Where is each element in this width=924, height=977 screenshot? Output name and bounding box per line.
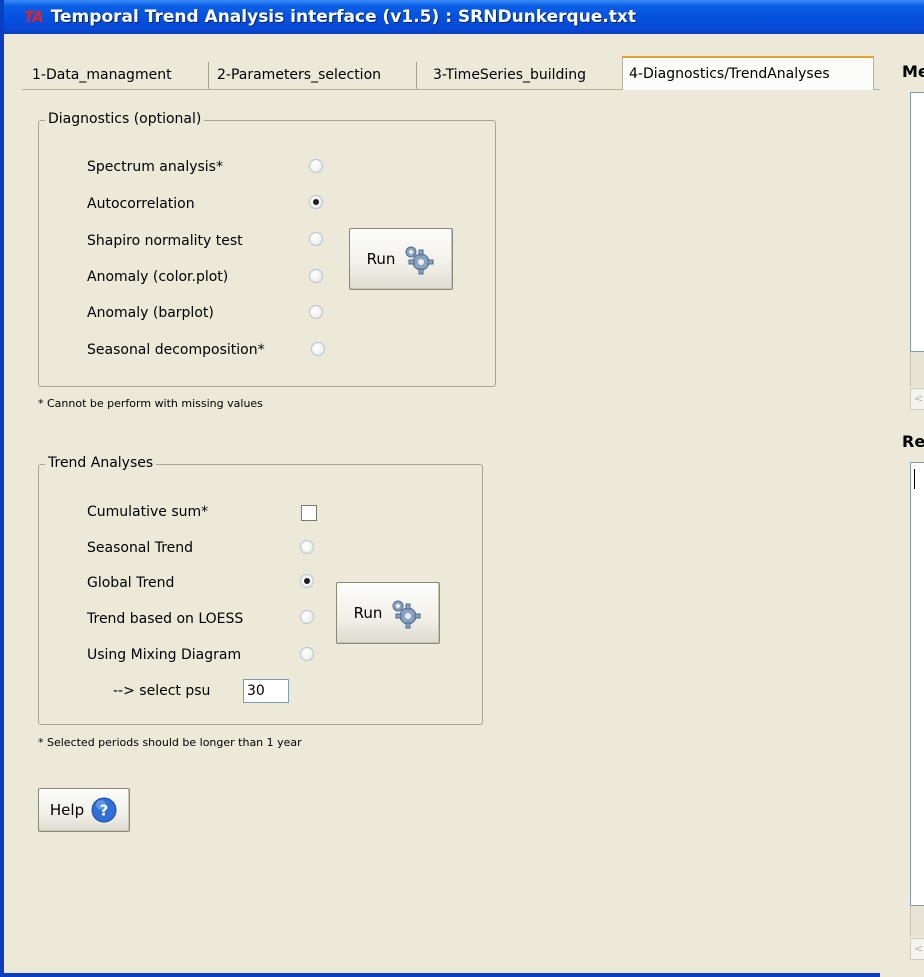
mixing-diagram-radio[interactable] [300,647,314,661]
tab-parameters-selection[interactable]: 2-Parameters_selection [211,62,417,90]
seasonal-trend-radio[interactable] [300,540,314,554]
option-label: Anomaly (barplot) [87,305,214,321]
option-label: Trend based on LOESS [87,611,244,627]
psu-input[interactable] [243,679,289,703]
results-textbox[interactable] [910,462,924,906]
gear-icon [405,246,434,275]
trend-note: * Selected periods should be longer than… [38,736,302,749]
messages-button-strip [910,352,924,386]
option-label: Shapiro normality test [87,233,243,249]
diagnostics-groupbox: Diagnostics (optional) Spectrum analysis… [38,111,496,387]
shapiro-normality-radio[interactable] [309,232,323,246]
tab-data-managment[interactable]: 1-Data_managment [26,62,209,90]
tab-label: 1-Data_managment [32,67,172,83]
autocorrelation-radio[interactable] [309,195,323,209]
results-hscroll-left-arrow[interactable]: < [910,938,924,960]
window-title: Temporal Trend Analysis interface (v1.5)… [50,7,637,27]
tab-label: 3-TimeSeries_building [433,67,587,83]
option-label: Global Trend [87,575,175,591]
anomaly-barplot-radio[interactable] [309,305,323,319]
app-logo-icon: TA [24,8,44,26]
anomaly-colorplot-radio[interactable] [309,269,323,283]
help-icon: ? [91,797,117,823]
results-label: Re [902,432,924,451]
seasonal-decomposition-radio[interactable] [311,342,325,356]
tab-timeseries-building[interactable]: 3-TimeSeries_building [427,62,615,90]
diagnostics-legend: Diagnostics (optional) [45,111,205,127]
run-button-label: Run [366,250,396,268]
help-button-label: Help [49,801,85,819]
messages-textbox[interactable] [910,92,924,352]
messages-label: Me [902,62,924,81]
trend-loess-radio[interactable] [300,610,314,624]
option-label: Seasonal decomposition* [87,342,265,358]
option-label: Seasonal Trend [87,540,194,556]
text-cursor [914,469,915,489]
spectrum-analysis-radio[interactable] [309,159,323,173]
option-label: Using Mixing Diagram [87,647,242,663]
right-panel: Me < Re < [880,34,924,977]
cumulative-sum-checkbox[interactable] [301,505,317,521]
trend-analyses-groupbox: Trend Analyses Cumulative sum* Seasonal … [38,455,483,725]
app-window: TA Temporal Trend Analysis interface (v1… [0,0,924,977]
tab-panel-diagnostics: Diagnostics (optional) Spectrum analysis… [22,89,880,973]
trend-analyses-legend: Trend Analyses [45,455,157,471]
psu-label: --> select psu [113,683,211,699]
messages-hscroll-left-arrow[interactable]: < [910,388,924,410]
option-label: Spectrum analysis* [87,159,223,175]
trend-run-button[interactable]: Run [336,582,440,644]
tab-diagnostics-trendanalyses[interactable]: 4-Diagnostics/TrendAnalyses [622,56,874,90]
svg-text:?: ? [100,802,109,820]
help-button[interactable]: Help ? [38,788,130,832]
title-bar[interactable]: TA Temporal Trend Analysis interface (v1… [4,0,924,34]
tab-label: 4-Diagnostics/TrendAnalyses [629,66,830,82]
diagnostics-run-button[interactable]: Run [349,228,453,290]
tab-label: 2-Parameters_selection [217,67,382,83]
diagnostics-note: * Cannot be perform with missing values [38,397,263,410]
results-button-strip [910,906,924,936]
option-label: Cumulative sum* [87,504,209,520]
option-label: Anomaly (color.plot) [87,269,229,285]
run-button-label: Run [353,604,383,622]
option-label: Autocorrelation [87,196,195,212]
global-trend-radio[interactable] [300,574,314,588]
gear-icon [392,600,421,629]
